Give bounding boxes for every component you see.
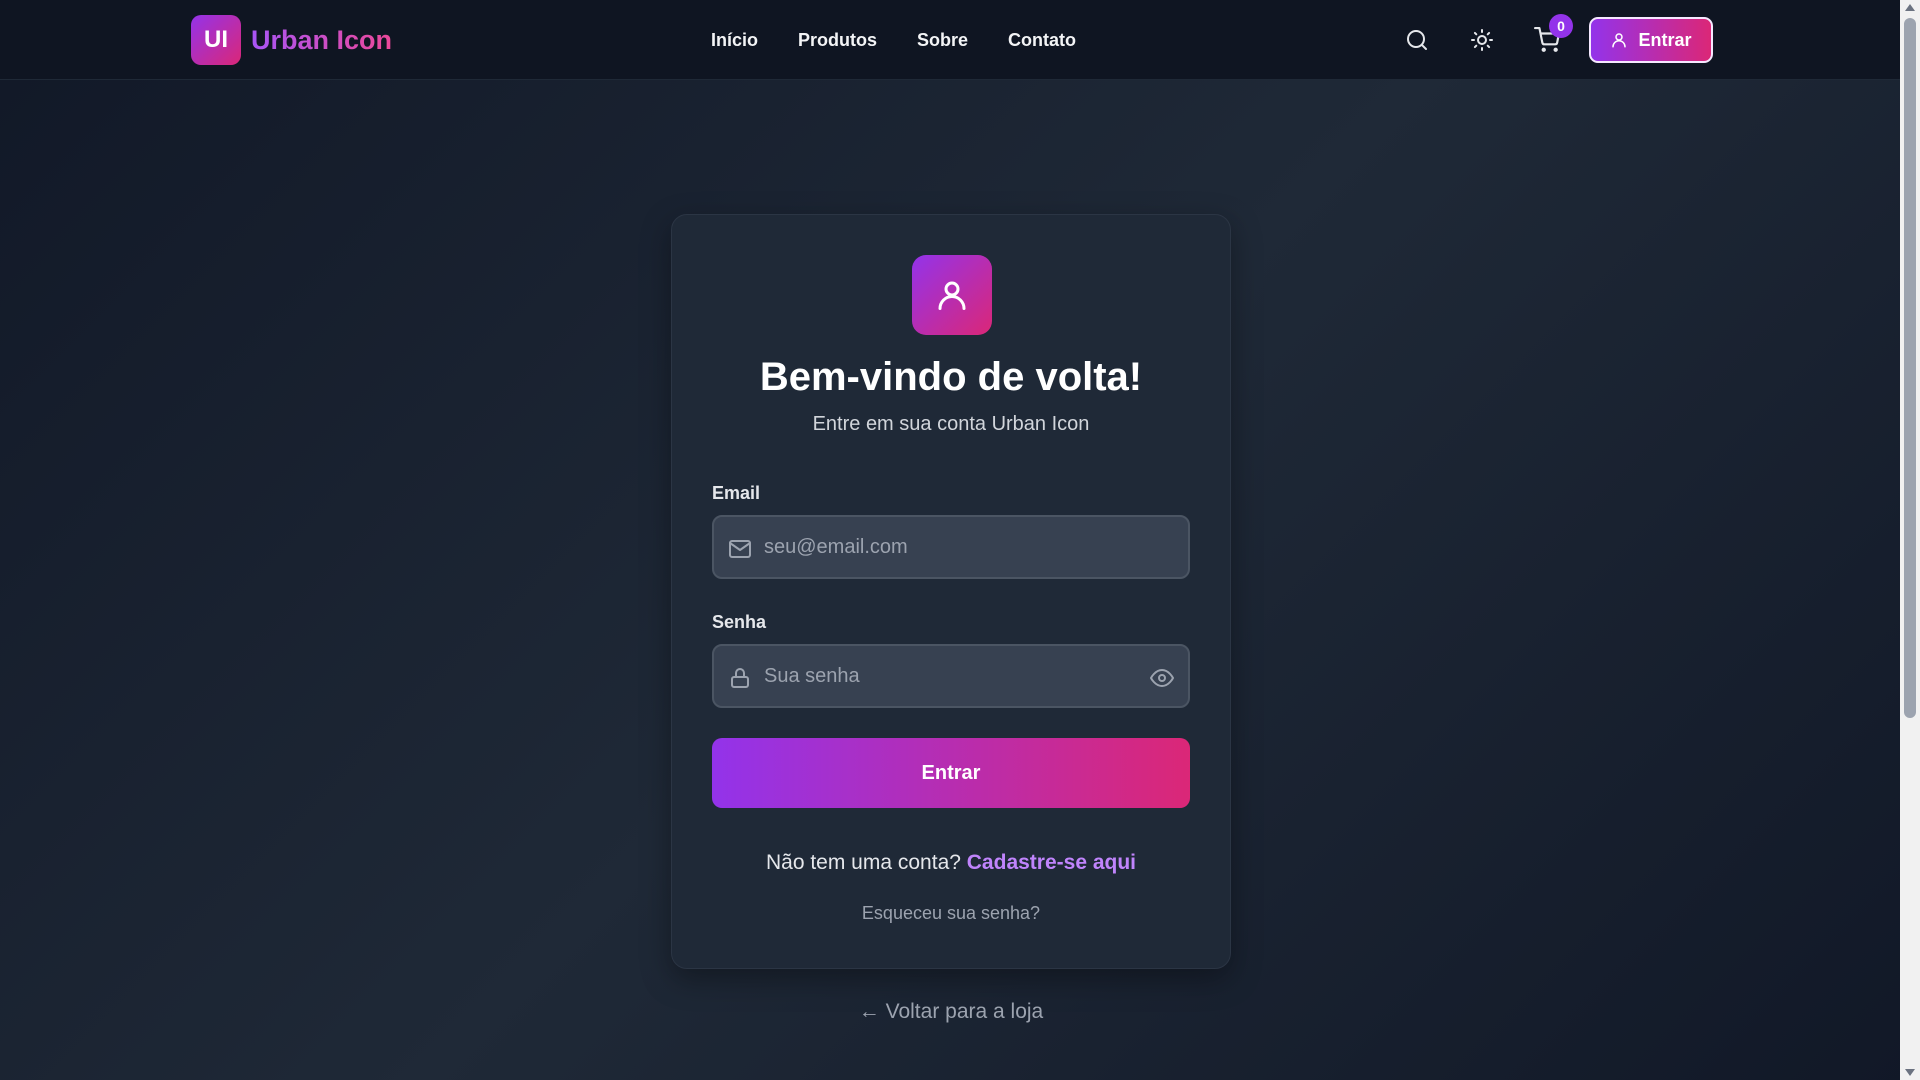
user-icon bbox=[1612, 33, 1627, 48]
no-account-text: Não tem uma conta? bbox=[765, 851, 961, 874]
lock-icon bbox=[731, 668, 749, 688]
nav-link-sobre[interactable]: Sobre bbox=[917, 30, 968, 51]
header-login-button[interactable]: Entrar bbox=[1589, 17, 1713, 63]
signup-link[interactable]: Cadastre-se aqui bbox=[967, 851, 1136, 874]
logo-text: Urban Icon bbox=[251, 24, 393, 55]
search-icon bbox=[1407, 30, 1427, 50]
theme-toggle-button[interactable] bbox=[1462, 20, 1502, 60]
logo[interactable]: UI Urban Icon bbox=[191, 15, 392, 65]
logo-badge: UI bbox=[191, 15, 241, 65]
scroll-down-arrow-icon[interactable] bbox=[1905, 1069, 1915, 1076]
back-to-store-link[interactable]: ← Voltar para a loja bbox=[671, 1000, 1231, 1024]
nav-link-contato[interactable]: Contato bbox=[1008, 30, 1076, 51]
email-field-wrapper bbox=[712, 515, 1190, 579]
cart-button[interactable]: 0 bbox=[1527, 14, 1573, 60]
card-avatar bbox=[912, 255, 992, 335]
search-button[interactable] bbox=[1397, 20, 1437, 60]
page-subtitle: Entre em sua conta Urban Icon bbox=[812, 413, 1090, 435]
page-title: Bem-vindo de volta! bbox=[759, 355, 1143, 399]
scroll-thumb[interactable] bbox=[1904, 18, 1916, 718]
page-scrollbar[interactable] bbox=[1900, 0, 1920, 1080]
main-nav: Início Produtos Sobre Contato bbox=[711, 0, 1076, 80]
header-login-label: Entrar bbox=[1638, 29, 1692, 50]
sun-icon bbox=[1471, 29, 1493, 51]
password-field[interactable] bbox=[764, 646, 1124, 706]
scroll-up-arrow-icon[interactable] bbox=[1905, 4, 1915, 11]
nav-link-inicio[interactable]: Início bbox=[711, 30, 758, 51]
forgot-password-link[interactable]: Esqueceu sua senha? bbox=[672, 903, 1230, 924]
user-icon bbox=[938, 281, 966, 310]
signup-prompt: Não tem uma conta? Cadastre-se aqui bbox=[672, 851, 1230, 875]
email-label: Email bbox=[712, 483, 761, 503]
email-field[interactable] bbox=[764, 517, 1124, 577]
login-submit-button[interactable]: Entrar bbox=[712, 738, 1190, 808]
password-label: Senha bbox=[712, 612, 767, 632]
password-field-wrapper bbox=[712, 644, 1190, 708]
cart-count-badge: 0 bbox=[1549, 14, 1573, 38]
login-card: Bem-vindo de volta! Entre em sua conta U… bbox=[671, 214, 1231, 969]
mail-icon bbox=[729, 540, 751, 558]
top-navbar: UI Urban Icon Início Produtos Sobre Cont… bbox=[0, 0, 1900, 80]
nav-link-produtos[interactable]: Produtos bbox=[798, 30, 877, 51]
eye-icon[interactable] bbox=[1150, 666, 1174, 690]
